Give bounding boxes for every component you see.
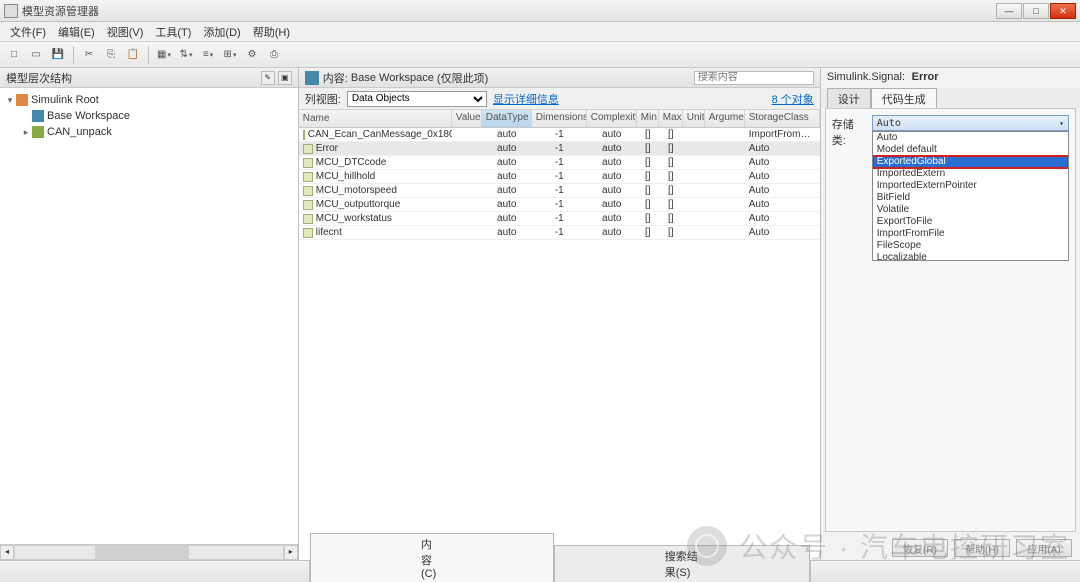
- list-dd-icon[interactable]: ≡: [198, 45, 218, 65]
- column-header[interactable]: Min: [637, 110, 659, 127]
- storage-class-label: 存储类:: [832, 115, 868, 148]
- data-objects-table: NameValueDataTypeDimensionsComplexityMin…: [299, 110, 820, 560]
- open-icon[interactable]: ▭: [26, 45, 46, 65]
- tree-node[interactable]: ▾Simulink Root: [4, 92, 294, 108]
- column-header[interactable]: Argument: [705, 110, 745, 127]
- minimize-button[interactable]: —: [996, 3, 1022, 19]
- table-row[interactable]: MCU_hillholdauto-1auto[][]Auto: [299, 170, 820, 184]
- model-tree[interactable]: ▾Simulink RootBase Workspace▸CAN_unpack: [0, 88, 298, 544]
- storage-option[interactable]: ImportedExternPointer: [873, 180, 1068, 192]
- print-icon[interactable]: ⎙: [264, 45, 284, 65]
- show-details-link[interactable]: 显示详细信息: [493, 91, 559, 107]
- table-row[interactable]: MCU_workstatusauto-1auto[][]Auto: [299, 212, 820, 226]
- copy-icon[interactable]: ⎘: [101, 45, 121, 65]
- table-row[interactable]: Errorauto-1auto[][]Auto: [299, 142, 820, 156]
- column-header[interactable]: Complexity: [587, 110, 637, 127]
- button-帮助(H)[interactable]: 帮助(H): [954, 539, 1010, 557]
- workspace-icon: [305, 71, 319, 85]
- storage-option[interactable]: Model default: [873, 144, 1068, 156]
- maximize-button[interactable]: □: [1023, 3, 1049, 19]
- tree-node[interactable]: ▸CAN_unpack: [4, 124, 294, 140]
- storage-class-options[interactable]: AutoModel defaultExportedGlobalImportedE…: [872, 131, 1069, 261]
- footer: 内容(C)搜索结果(S): [0, 560, 1080, 582]
- table-row[interactable]: MCU_DTCcodeauto-1auto[][]Auto: [299, 156, 820, 170]
- menu-视图(V)[interactable]: 视图(V): [101, 22, 150, 42]
- table-row[interactable]: CAN_Ecan_CanMessage_0x18015182auto-1auto…: [299, 128, 820, 142]
- column-header[interactable]: Name: [299, 110, 452, 127]
- contents-panel: 内容: Base Workspace (仅限此项) 列视图: Data Obje…: [299, 68, 820, 560]
- save-icon[interactable]: 💾: [48, 45, 68, 65]
- footer-tab[interactable]: 内容(C): [310, 533, 554, 582]
- toolbar: □ ▭ 💾 ✂ ⎘ 📋 ▦ ⇅ ≡ ⊞ ⚙ ⎙: [0, 42, 1080, 68]
- cut-icon[interactable]: ✂: [79, 45, 99, 65]
- storage-option[interactable]: ImportFromFile: [873, 228, 1068, 240]
- close-button[interactable]: ✕: [1050, 3, 1076, 19]
- signal-name: Error: [912, 71, 939, 83]
- app-icon: [4, 4, 18, 18]
- column-header[interactable]: Max: [659, 110, 683, 127]
- table-row[interactable]: MCU_outputtorqueauto-1auto[][]Auto: [299, 198, 820, 212]
- storage-option[interactable]: Auto: [873, 132, 1068, 144]
- grid-dd-icon[interactable]: ⊞: [220, 45, 240, 65]
- storage-option[interactable]: Volatile: [873, 204, 1068, 216]
- storage-option[interactable]: FileScope: [873, 240, 1068, 252]
- column-header[interactable]: DataType: [482, 110, 532, 127]
- storage-option[interactable]: ExportedGlobal: [873, 156, 1068, 168]
- storage-class-selected[interactable]: Auto: [872, 115, 1069, 131]
- paste-icon[interactable]: 📋: [123, 45, 143, 65]
- new-icon[interactable]: □: [4, 45, 24, 65]
- menu-编辑(E)[interactable]: 编辑(E): [52, 22, 101, 42]
- storage-class-dropdown[interactable]: Auto AutoModel defaultExportedGlobalImpo…: [872, 115, 1069, 131]
- storage-option[interactable]: BitField: [873, 192, 1068, 204]
- model-hierarchy-panel: 模型层次结构 ✎ ▣ ▾Simulink RootBase Workspace▸…: [0, 68, 299, 560]
- toolbar-sep: [73, 46, 74, 64]
- button-应用(A)[interactable]: 应用(A): [1016, 539, 1072, 557]
- scroll-right-icon[interactable]: ▸: [284, 545, 298, 560]
- object-count-link[interactable]: 8 个对象: [772, 91, 814, 107]
- left-panel-title: 模型层次结构: [6, 70, 72, 86]
- column-view-select[interactable]: Data Objects: [347, 91, 487, 107]
- column-header[interactable]: Unit: [683, 110, 705, 127]
- menu-添加(D)[interactable]: 添加(D): [197, 22, 246, 42]
- table-row[interactable]: MCU_motorspeedauto-1auto[][]Auto: [299, 184, 820, 198]
- search-input[interactable]: [694, 71, 814, 85]
- toolbar-sep: [148, 46, 149, 64]
- signal-type-label: Simulink.Signal:: [827, 71, 905, 83]
- tab-代码生成[interactable]: 代码生成: [871, 88, 937, 108]
- menu-工具(T)[interactable]: 工具(T): [149, 22, 197, 42]
- horizontal-scrollbar[interactable]: ◂ ▸: [0, 544, 298, 560]
- level-dd-icon[interactable]: ⇅: [176, 45, 196, 65]
- storage-option[interactable]: ImportedExtern: [873, 168, 1068, 180]
- title-bar: 模型资源管理器 — □ ✕: [0, 0, 1080, 22]
- view-dd-icon[interactable]: ▦: [154, 45, 174, 65]
- footer-tab[interactable]: 搜索结果(S): [554, 545, 810, 582]
- menu-帮助(H)[interactable]: 帮助(H): [247, 22, 296, 42]
- column-header[interactable]: Dimensions: [532, 110, 587, 127]
- collapse-icon[interactable]: ▣: [278, 71, 292, 85]
- properties-panel: Simulink.Signal: Error 设计代码生成 存储类: Auto …: [820, 68, 1080, 560]
- column-header[interactable]: Value: [452, 110, 482, 127]
- window-title: 模型资源管理器: [22, 3, 996, 19]
- button-恢复(R)[interactable]: 恢复(R): [892, 539, 948, 557]
- menu-文件(F)[interactable]: 文件(F): [4, 22, 52, 42]
- table-row[interactable]: lifecntauto-1auto[][]Auto: [299, 226, 820, 240]
- scroll-left-icon[interactable]: ◂: [0, 545, 14, 560]
- storage-option[interactable]: ExportToFile: [873, 216, 1068, 228]
- storage-option[interactable]: Localizable: [873, 252, 1068, 261]
- gear-icon[interactable]: ⚙: [242, 45, 262, 65]
- contents-label: 内容:: [323, 70, 348, 86]
- column-view-label: 列视图:: [305, 91, 341, 107]
- menu-bar: 文件(F)编辑(E)视图(V)工具(T)添加(D)帮助(H): [0, 22, 1080, 42]
- contents-scope: Base Workspace: [351, 72, 434, 84]
- edit-icon[interactable]: ✎: [261, 71, 275, 85]
- tab-设计[interactable]: 设计: [827, 88, 871, 108]
- contents-suffix: (仅限此项): [437, 70, 488, 86]
- tree-node[interactable]: Base Workspace: [4, 108, 294, 124]
- column-header[interactable]: StorageClass: [745, 110, 820, 127]
